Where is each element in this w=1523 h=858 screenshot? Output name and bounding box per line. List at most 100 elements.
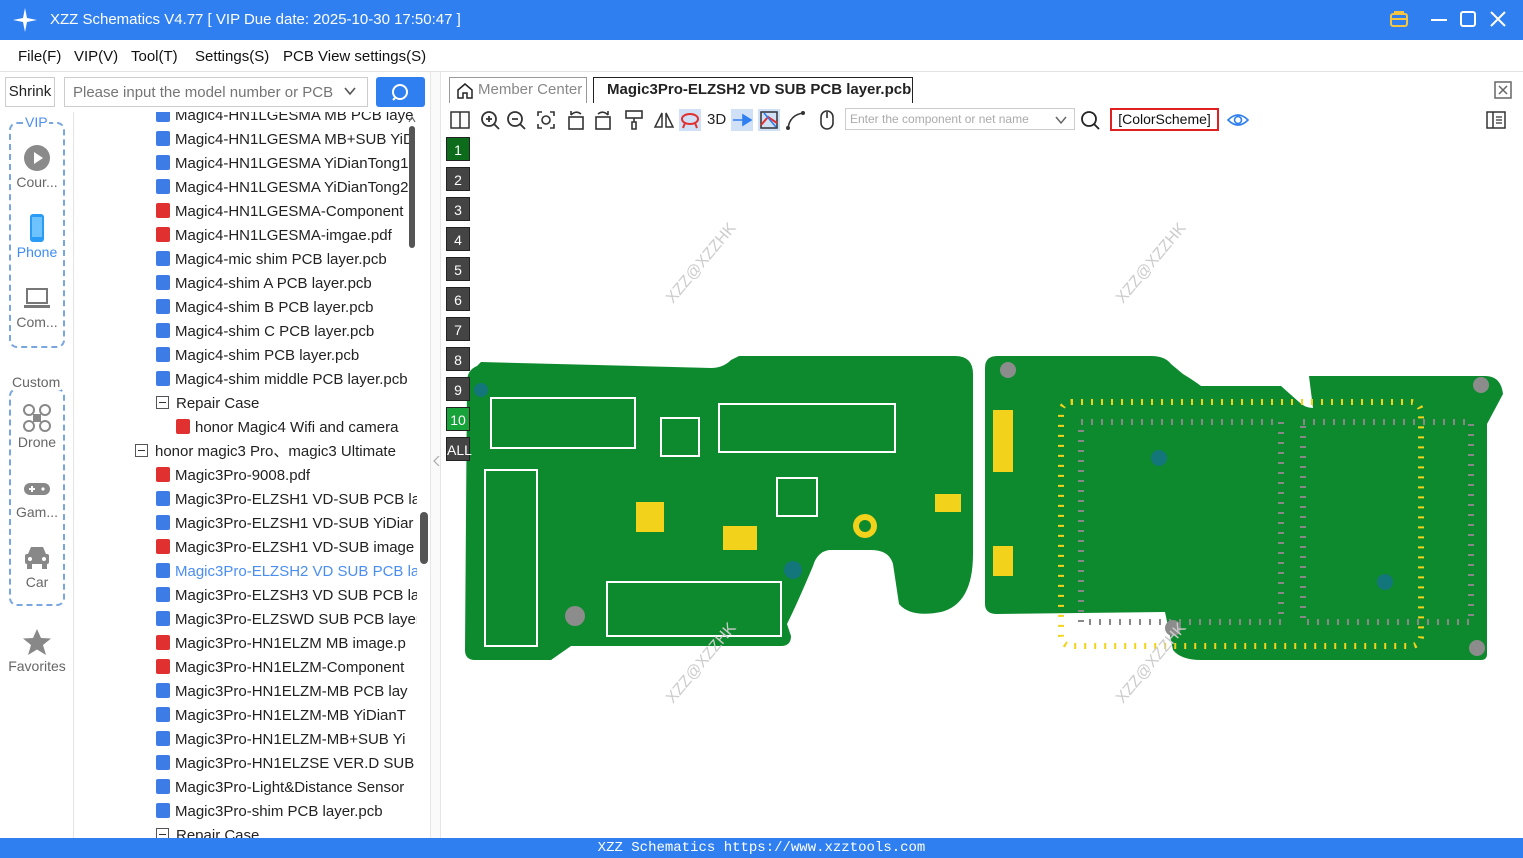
menu-tool[interactable]: Tool(T)	[131, 48, 178, 65]
search-button[interactable]	[376, 77, 425, 107]
eye-icon[interactable]	[1227, 109, 1249, 131]
layer-button-8[interactable]: 8	[446, 347, 470, 371]
tree-item[interactable]: Magic4-HN1LGESMA MB PCB laye	[156, 112, 413, 128]
tree-item[interactable]: Magic3Pro-ELZSWD SUB PCB layer	[156, 608, 417, 632]
app-logo-icon	[13, 8, 37, 32]
layer-button-4[interactable]: 4	[446, 227, 470, 251]
layer-button-1[interactable]: 1	[446, 137, 470, 161]
tree-item[interactable]: Magic4-shim A PCB layer.pcb	[156, 272, 372, 296]
vip-bag-icon[interactable]	[1388, 8, 1410, 30]
tree-item[interactable]: Magic3Pro-HN1ELZM MB image.p	[156, 632, 406, 656]
tree-item[interactable]: Magic3Pro-ELZSH1 VD-SUB YiDiar	[156, 512, 413, 536]
menu-file[interactable]: File(F)	[18, 48, 61, 65]
nav-computer[interactable]: Com...	[9, 284, 65, 330]
tree-item[interactable]: Magic3Pro-HN1ELZM-Component	[156, 656, 404, 680]
tree-item[interactable]: honor magic3 Pro、magic3 Ultimate	[135, 440, 396, 464]
layer-button-7[interactable]: 7	[446, 317, 470, 341]
nav-favorites-label: Favorites	[8, 658, 66, 674]
minimize-icon[interactable]	[1428, 8, 1450, 30]
close-icon[interactable]	[1487, 8, 1509, 30]
menu-vip[interactable]: VIP(V)	[74, 48, 118, 65]
tree-item[interactable]: Magic4-HN1LGESMA MB+SUB YiD	[156, 128, 414, 152]
highlight-net-icon[interactable]	[679, 109, 701, 131]
tree-item[interactable]: Repair Case	[156, 392, 259, 416]
mirror-icon[interactable]	[653, 109, 675, 131]
color-scheme-button[interactable]: [ColorScheme]	[1110, 108, 1219, 131]
tree-item[interactable]: Magic4-HN1LGESMA YiDianTong2	[156, 176, 408, 200]
zoom-out-icon[interactable]	[505, 109, 527, 131]
nav-car[interactable]: Car	[9, 544, 65, 590]
split-view-icon[interactable]	[449, 109, 471, 131]
tree-item[interactable]: Magic4-shim C PCB layer.pcb	[156, 320, 374, 344]
tab-active-pcb[interactable]: Magic3Pro-ELZSH2 VD SUB PCB layer.pcb	[593, 77, 913, 103]
layer-button-3[interactable]: 3	[446, 197, 470, 221]
tree-item[interactable]: Magic3Pro-9008.pdf	[156, 464, 310, 488]
tab-member-center[interactable]: Member Center	[449, 77, 587, 103]
pcb-canvas[interactable]: XZZ@XZZHK XZZ@XZZHK XZZ@XZZHK XZZ@XZZHK	[441, 134, 1523, 838]
nav-courses[interactable]: Cour...	[9, 144, 65, 190]
side-panel-icon[interactable]	[1485, 109, 1507, 131]
close-all-tabs-icon[interactable]	[1493, 80, 1513, 100]
chevron-down-icon[interactable]	[1054, 113, 1068, 127]
tree-item[interactable]: Magic4-HN1LGESMA-imgae.pdf	[156, 224, 392, 248]
mouse-mode-icon[interactable]	[816, 109, 838, 131]
pcb-file-icon	[156, 515, 170, 530]
menu-settings[interactable]: Settings(S)	[195, 48, 269, 65]
nav-phone[interactable]: Phone	[9, 214, 65, 260]
panel-splitter[interactable]	[430, 72, 441, 838]
shrink-button[interactable]: Shrink	[5, 77, 55, 107]
fit-view-icon[interactable]	[535, 109, 557, 131]
chevron-down-icon[interactable]	[343, 84, 357, 98]
tree-item[interactable]: Magic4-HN1LGESMA YiDianTong1	[156, 152, 408, 176]
tree-item[interactable]: honor Magic4 Wifi and camera	[176, 416, 398, 440]
collapse-toggle-icon[interactable]	[135, 444, 148, 457]
tree-item[interactable]: Magic4-mic shim PCB layer.pcb	[156, 248, 387, 272]
format-brush-icon[interactable]	[623, 109, 645, 131]
tree-item[interactable]: Magic3Pro-ELZSH2 VD SUB PCB la	[156, 560, 417, 584]
nav-games[interactable]: Gam...	[9, 474, 65, 520]
layer-button-5[interactable]: 5	[446, 257, 470, 281]
via-gray-4	[1473, 377, 1489, 393]
pin-locate-icon[interactable]	[731, 109, 753, 131]
tree-item[interactable]: Magic4-shim middle PCB layer.pcb	[156, 368, 408, 392]
view-3d-button[interactable]: 3D	[707, 111, 726, 128]
tree-item[interactable]: Magic3Pro-shim PCB layer.pcb	[156, 800, 383, 824]
collapse-toggle-icon[interactable]	[156, 828, 169, 838]
zoom-in-icon[interactable]	[479, 109, 501, 131]
rotate-right-icon[interactable]	[592, 109, 614, 131]
tree-item[interactable]: Magic3Pro-HN1ELZM-MB PCB lay	[156, 680, 408, 704]
tree-item[interactable]: Magic3Pro-HN1ELZM-MB+SUB Yi	[156, 728, 405, 752]
maximize-icon[interactable]	[1457, 8, 1479, 30]
tree-item[interactable]: Magic4-shim PCB layer.pcb	[156, 344, 359, 368]
tree-item[interactable]: Magic3Pro-Light&Distance Sensor	[156, 776, 404, 800]
tree-item-label: Magic3Pro-ELZSH3 VD SUB PCB la	[175, 587, 417, 604]
layer-button-9[interactable]: 9	[446, 377, 470, 401]
layer-button-all[interactable]: ALL	[446, 437, 472, 461]
tree-scrollbar[interactable]	[407, 112, 417, 838]
tree-item[interactable]: Magic4-HN1LGESMA-Component	[156, 200, 403, 224]
tree-scroll-thumb[interactable]	[418, 512, 430, 564]
collapse-toggle-icon[interactable]	[156, 396, 169, 409]
nav-phone-label: Phone	[16, 244, 58, 260]
tree-item[interactable]: Repair Case	[156, 824, 259, 838]
collapse-left-icon[interactable]	[433, 456, 440, 466]
layer-button-2[interactable]: 2	[446, 167, 470, 191]
component-search-input[interactable]: Enter the component or net name	[845, 108, 1075, 130]
component-search-icon[interactable]	[1079, 109, 1101, 131]
model-search-input[interactable]	[65, 78, 335, 106]
menu-pcb-view-settings[interactable]: PCB View settings(S)	[283, 48, 426, 65]
tree-item[interactable]: Magic3Pro-HN1ELZSE VER.D SUB I	[156, 752, 417, 776]
tree-item[interactable]: Magic3Pro-ELZSH1 VD-SUB image	[156, 536, 414, 560]
nav-drone[interactable]: Drone	[9, 404, 65, 450]
layer-button-10[interactable]: 10	[446, 407, 470, 431]
nav-favorites[interactable]: Favorites	[5, 628, 69, 674]
layer-button-6[interactable]: 6	[446, 287, 470, 311]
tree-item[interactable]: Magic3Pro-HN1ELZM-MB YiDianT	[156, 704, 406, 728]
tree-item[interactable]: Magic4-shim B PCB layer.pcb	[156, 296, 373, 320]
rotate-left-icon[interactable]	[565, 109, 587, 131]
tree-item-label: Magic3Pro-HN1ELZM-MB+SUB Yi	[175, 731, 406, 748]
net-trace-icon[interactable]	[758, 109, 780, 131]
tree-item[interactable]: Magic3Pro-ELZSH1 VD-SUB PCB la	[156, 488, 417, 512]
tree-item[interactable]: Magic3Pro-ELZSH3 VD SUB PCB la	[156, 584, 417, 608]
measure-icon[interactable]	[785, 109, 807, 131]
